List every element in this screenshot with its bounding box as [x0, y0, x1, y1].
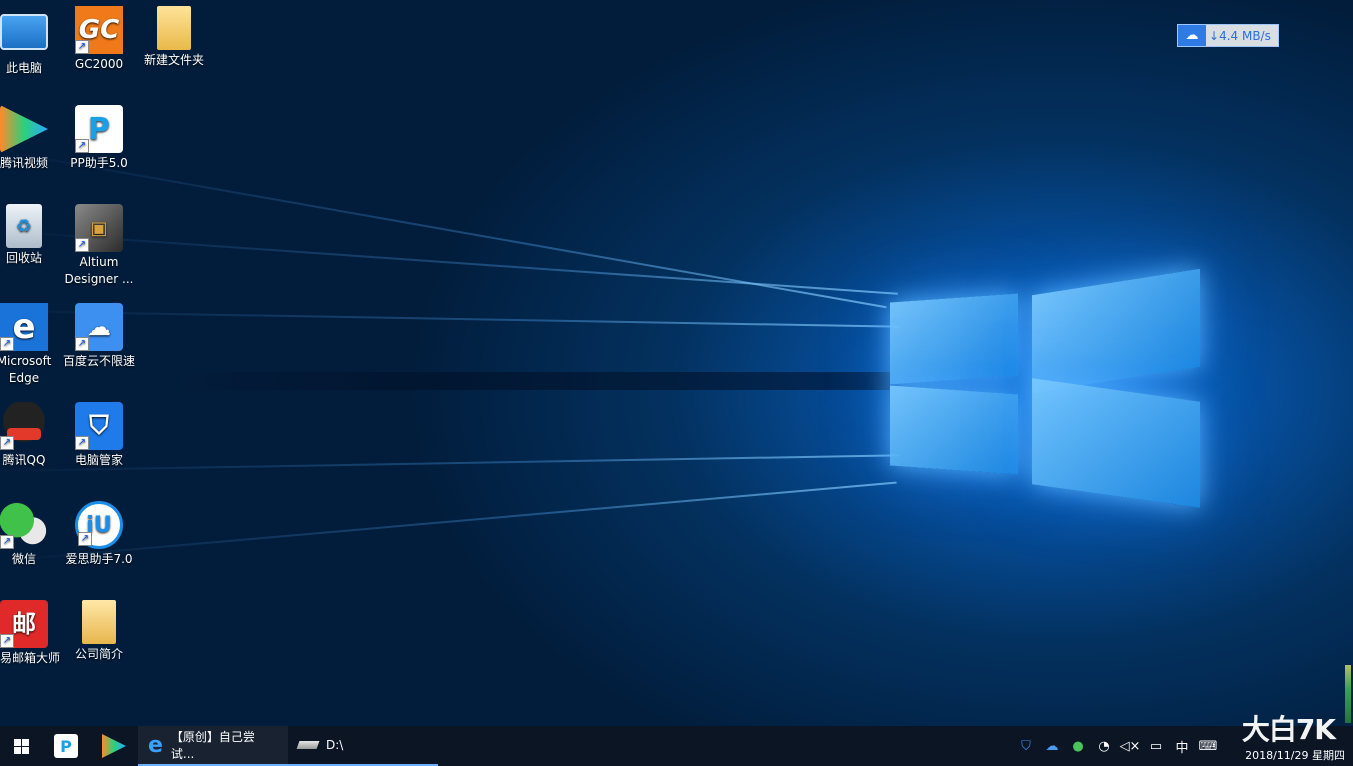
- edge-icon: e ↗: [0, 303, 48, 351]
- baidu-cloud-icon: ☁ ↗: [75, 303, 123, 351]
- shortcut-arrow-icon: ↗: [75, 337, 89, 351]
- speed-value: 4.4 MB/s: [1219, 28, 1271, 43]
- edge-icon: e: [148, 732, 163, 758]
- recycle-bin-icon: ♻: [6, 204, 42, 248]
- desktop-icon-label: 腾讯视频: [0, 156, 48, 170]
- qq-icon: ↗: [0, 402, 48, 450]
- desktop-icon-label: PP助手5.0: [70, 156, 128, 170]
- clock[interactable]: 大白7K 2018/11/29 星期四: [1225, 716, 1345, 766]
- desktop-icon-new-folder[interactable]: 新建文件夹: [137, 6, 211, 69]
- tencent-video-icon: [102, 734, 126, 758]
- shortcut-arrow-icon: ↗: [0, 634, 14, 648]
- pc-manager-icon: ⛉ ↗: [75, 402, 123, 450]
- desktop-icon-i4-assistant[interactable]: iU ↗ 爱思助手7.0: [62, 501, 136, 568]
- battery-icon[interactable]: ▭: [1147, 737, 1165, 755]
- download-speed-widget[interactable]: ☁ ↓ 4.4 MB/s: [1177, 24, 1279, 47]
- wifi-icon[interactable]: ◔: [1095, 737, 1113, 755]
- start-icon: [13, 738, 29, 754]
- desktop-icon-label: 爱思助手7.0: [65, 552, 133, 566]
- desktop-icon-computer[interactable]: 此电脑: [0, 8, 61, 77]
- wallpaper-shadow: [150, 372, 890, 390]
- tencent-video-icon: [0, 105, 48, 153]
- desktop-icon-wechat[interactable]: ↗ 微信: [0, 501, 61, 568]
- taskbar-pin-tencent-video[interactable]: [90, 726, 138, 766]
- shortcut-arrow-icon: ↗: [75, 436, 89, 450]
- baidu-cloud-icon[interactable]: ☁: [1043, 737, 1061, 755]
- shortcut-arrow-icon: ↗: [0, 535, 14, 549]
- desktop-icon-label: Microsoft Edge: [0, 354, 52, 385]
- folder-icon: [157, 6, 191, 50]
- desktop-icon-label: GC2000: [74, 57, 124, 71]
- windows-logo: [886, 268, 1204, 508]
- start-button[interactable]: [0, 726, 42, 766]
- gc2000-icon: GC ↗: [75, 6, 123, 54]
- baidu-cloud-icon: ☁: [1178, 25, 1206, 46]
- desktop-icon-label: Altium Designer ...: [64, 255, 134, 286]
- desktop-icon-altium[interactable]: ▣ ↗ Altium Designer ...: [62, 204, 136, 288]
- computer-icon: [0, 14, 48, 50]
- desktop-icon-company-folder[interactable]: 公司简介: [62, 600, 136, 663]
- company-folder-icon: [82, 600, 116, 644]
- desktop-icon-label: 腾讯QQ: [2, 453, 46, 467]
- clock-date: 2018/11/29 星期四: [1245, 749, 1345, 762]
- desktop-icon-label: 微信: [11, 552, 36, 566]
- desktop-icon-netease-mail[interactable]: 邮 ↗ 网易邮箱大师: [0, 600, 61, 667]
- watermark-logo: 大白7K: [1241, 713, 1336, 746]
- shortcut-arrow-icon: ↗: [0, 337, 14, 351]
- shortcut-arrow-icon: ↗: [75, 40, 89, 54]
- i4-assistant-icon: iU ↗: [75, 501, 123, 549]
- wechat-icon: ↗: [0, 501, 48, 549]
- taskbar-app-label: D:\: [326, 738, 344, 752]
- desktop-icon-pp-assistant[interactable]: P ↗ PP助手5.0: [62, 105, 136, 172]
- shortcut-arrow-icon: ↗: [75, 139, 89, 153]
- desktop-icon-qq[interactable]: ↗ 腾讯QQ: [0, 402, 61, 469]
- audio-level-meter: [1345, 665, 1351, 723]
- speed-arrow-icon: ↓: [1209, 28, 1220, 43]
- taskbar-app-edge[interactable]: e 【原创】自己尝试...: [138, 726, 288, 766]
- desktop-icon-tencent-video[interactable]: 腾讯视频: [0, 105, 61, 172]
- ime-indicator[interactable]: 中: [1173, 737, 1191, 756]
- logo-pane: [1032, 268, 1200, 394]
- desktop-icon-label: 回收站: [5, 251, 42, 265]
- taskbar: P e 【原创】自己尝试... D:\ ⛉ ☁ ● ◔ ◁× ▭ 中 ⌨ 大白7…: [0, 716, 1353, 766]
- desktop-icon-pc-manager[interactable]: ⛉ ↗ 电脑管家: [62, 402, 136, 469]
- keyboard-icon[interactable]: ⌨: [1199, 737, 1218, 755]
- pp-assistant-icon: P ↗: [75, 105, 123, 153]
- drive-icon: [296, 741, 320, 749]
- shortcut-arrow-icon: ↗: [0, 436, 14, 450]
- desktop-icon-baidu-cloud[interactable]: ☁ ↗ 百度云不限速: [62, 303, 136, 370]
- desktop-icon-gc2000[interactable]: GC ↗ GC2000: [62, 6, 136, 73]
- desktop-icon-label: 网易邮箱大师: [0, 651, 60, 665]
- shortcut-arrow-icon: ↗: [78, 532, 92, 546]
- desktop-icon-label: 公司简介: [74, 647, 123, 661]
- shortcut-arrow-icon: ↗: [75, 238, 89, 252]
- logo-pane: [1032, 378, 1200, 508]
- taskbar-pin-pp-assistant[interactable]: P: [42, 726, 90, 766]
- desktop-icon-label: 百度云不限速: [62, 354, 135, 368]
- shield-icon[interactable]: ⛉: [1017, 737, 1035, 755]
- wechat-icon[interactable]: ●: [1069, 737, 1087, 755]
- taskbar-app-label: 【原创】自己尝试...: [170, 730, 255, 761]
- desktop-icon-label: 此电脑: [5, 61, 42, 75]
- pp-assistant-icon: P: [54, 734, 78, 758]
- netease-mail-icon: 邮 ↗: [0, 600, 48, 648]
- logo-pane: [890, 293, 1018, 385]
- volume-muted-icon[interactable]: ◁×: [1120, 737, 1141, 755]
- altium-icon: ▣ ↗: [75, 204, 123, 252]
- logo-pane: [890, 385, 1018, 475]
- system-tray: ⛉ ☁ ● ◔ ◁× ▭ 中 ⌨ 大白7K 2018/11/29 星期四: [1017, 716, 1353, 766]
- desktop-icon-label: 新建文件夹: [143, 53, 204, 67]
- desktop-icon-label: 电脑管家: [74, 453, 123, 467]
- taskbar-app-explorer[interactable]: D:\: [288, 726, 438, 766]
- desktop-icon-recycle-bin[interactable]: ♻ 回收站: [0, 204, 61, 267]
- desktop-icon-edge[interactable]: e ↗ Microsoft Edge: [0, 303, 61, 387]
